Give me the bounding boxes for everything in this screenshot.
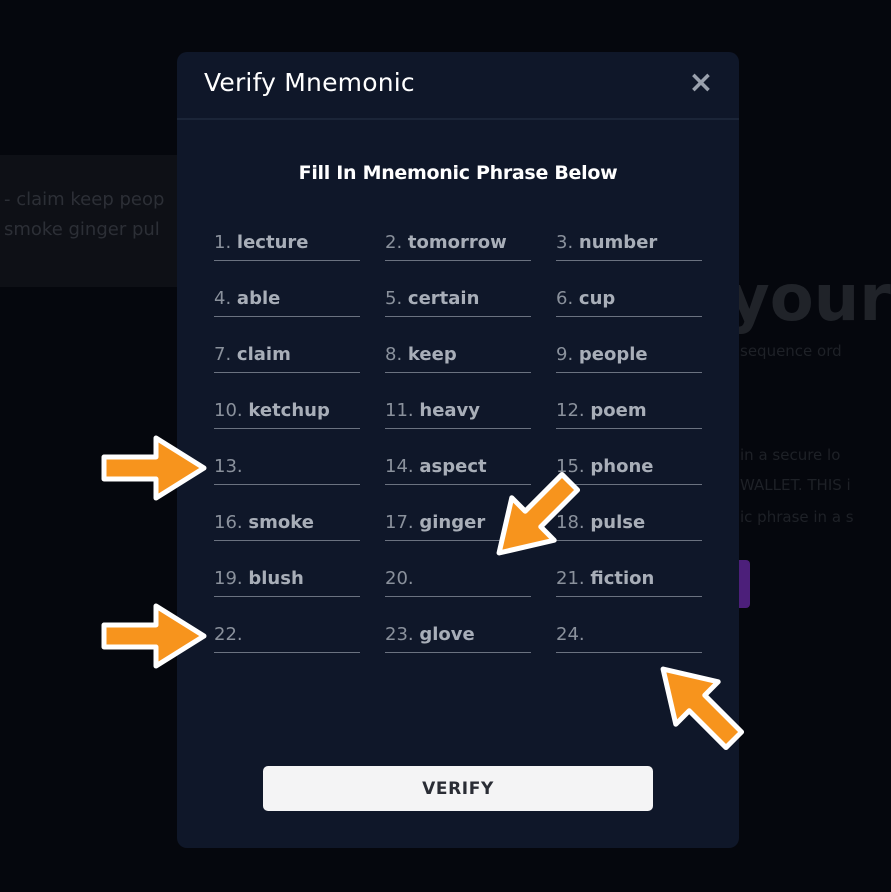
word-number: 19. <box>214 568 243 589</box>
word-number: 24. <box>556 624 585 645</box>
mnemonic-word-field[interactable]: 23. glove <box>385 616 531 653</box>
word-label: 20. <box>385 568 414 589</box>
word-label: 3. number <box>556 232 657 253</box>
word-label: 5. certain <box>385 288 479 309</box>
word-value: keep <box>407 344 457 365</box>
background-text: in a secure lo <box>740 446 841 464</box>
annotation-arrow-icon <box>496 471 581 556</box>
word-label: 11. heavy <box>385 400 480 421</box>
word-label: 1. lecture <box>214 232 308 253</box>
word-value: ginger <box>419 512 486 533</box>
mnemonic-word-field[interactable]: 5. certain <box>385 280 531 317</box>
word-label: 6. cup <box>556 288 615 309</box>
mnemonic-word-field[interactable]: 8. keep <box>385 336 531 373</box>
mnemonic-word-field[interactable]: 22. <box>214 616 360 653</box>
modal-title: Verify Mnemonic <box>204 68 415 97</box>
word-number: 4. <box>214 288 232 309</box>
annotation-arrow-icon <box>101 603 207 669</box>
word-value: aspect <box>419 456 487 477</box>
background-text: sequence ord <box>740 342 842 360</box>
word-number: 12. <box>556 400 585 421</box>
word-label: 8. keep <box>385 344 457 365</box>
word-label: 7. claim <box>214 344 291 365</box>
word-value: certain <box>407 288 480 309</box>
word-number: 2. <box>385 232 403 253</box>
word-value: claim <box>236 344 291 365</box>
mnemonic-word-field[interactable]: 1. lecture <box>214 224 360 261</box>
word-value: ketchup <box>248 400 330 421</box>
word-value: cup <box>578 288 616 309</box>
word-value: glove <box>419 624 475 645</box>
annotation-arrow-icon <box>660 666 745 751</box>
word-label: 17. ginger <box>385 512 485 533</box>
word-label: 12. poem <box>556 400 647 421</box>
mnemonic-word-field[interactable]: 7. claim <box>214 336 360 373</box>
mnemonic-word-field[interactable]: 2. tomorrow <box>385 224 531 261</box>
mnemonic-word-field[interactable]: 4. able <box>214 280 360 317</box>
word-number: 14. <box>385 456 414 477</box>
word-number: 5. <box>385 288 403 309</box>
word-value: blush <box>248 568 304 589</box>
mnemonic-word-field[interactable]: 13. <box>214 448 360 485</box>
word-value: pulse <box>590 512 646 533</box>
word-value: heavy <box>419 400 481 421</box>
word-label: 13. <box>214 456 243 477</box>
word-label: 24. <box>556 624 585 645</box>
word-value: number <box>578 232 658 253</box>
word-label: 2. tomorrow <box>385 232 507 253</box>
word-number: 13. <box>214 456 243 477</box>
word-number: 6. <box>556 288 574 309</box>
mnemonic-word-field[interactable]: 10. ketchup <box>214 392 360 429</box>
word-label: 23. glove <box>385 624 475 645</box>
word-value: people <box>578 344 648 365</box>
word-value: smoke <box>248 512 314 533</box>
word-value: tomorrow <box>407 232 507 253</box>
background-text: - claim keep peop <box>4 189 165 210</box>
word-number: 7. <box>214 344 232 365</box>
word-number: 16. <box>214 512 243 533</box>
word-label: 4. able <box>214 288 280 309</box>
word-number: 8. <box>385 344 403 365</box>
word-number: 9. <box>556 344 574 365</box>
word-number: 1. <box>214 232 232 253</box>
verify-button[interactable]: VERIFY <box>263 766 653 811</box>
word-number: 23. <box>385 624 414 645</box>
word-label: 10. ketchup <box>214 400 330 421</box>
word-number: 11. <box>385 400 414 421</box>
mnemonic-word-field[interactable]: 6. cup <box>556 280 702 317</box>
background-heading: your <box>728 262 891 336</box>
mnemonic-word-field[interactable]: 3. number <box>556 224 702 261</box>
background-text: WALLET. THIS i <box>740 476 851 494</box>
mnemonic-word-field[interactable]: 11. heavy <box>385 392 531 429</box>
word-value: lecture <box>236 232 309 253</box>
mnemonic-word-field[interactable]: 16. smoke <box>214 504 360 541</box>
word-number: 20. <box>385 568 414 589</box>
mnemonic-word-field[interactable]: 9. people <box>556 336 702 373</box>
background-text: smoke ginger pul <box>4 219 160 240</box>
word-value: fiction <box>590 568 655 589</box>
background-text: ic phrase in a s <box>740 508 854 526</box>
mnemonic-word-field[interactable]: 19. blush <box>214 560 360 597</box>
word-number: 3. <box>556 232 574 253</box>
word-label: 9. people <box>556 344 648 365</box>
modal-header: Verify Mnemonic × <box>177 52 739 120</box>
modal-subtitle: Fill In Mnemonic Phrase Below <box>298 162 618 184</box>
mnemonic-word-field[interactable]: 12. poem <box>556 392 702 429</box>
word-label: 16. smoke <box>214 512 314 533</box>
word-value: phone <box>590 456 654 477</box>
word-number: 17. <box>385 512 414 533</box>
word-label: 14. aspect <box>385 456 487 477</box>
word-value: poem <box>590 400 647 421</box>
word-value: able <box>236 288 281 309</box>
word-label: 22. <box>214 624 243 645</box>
word-label: 19. blush <box>214 568 304 589</box>
close-icon[interactable]: × <box>687 68 715 98</box>
annotation-arrow-icon <box>101 435 207 501</box>
word-number: 22. <box>214 624 243 645</box>
word-number: 10. <box>214 400 243 421</box>
